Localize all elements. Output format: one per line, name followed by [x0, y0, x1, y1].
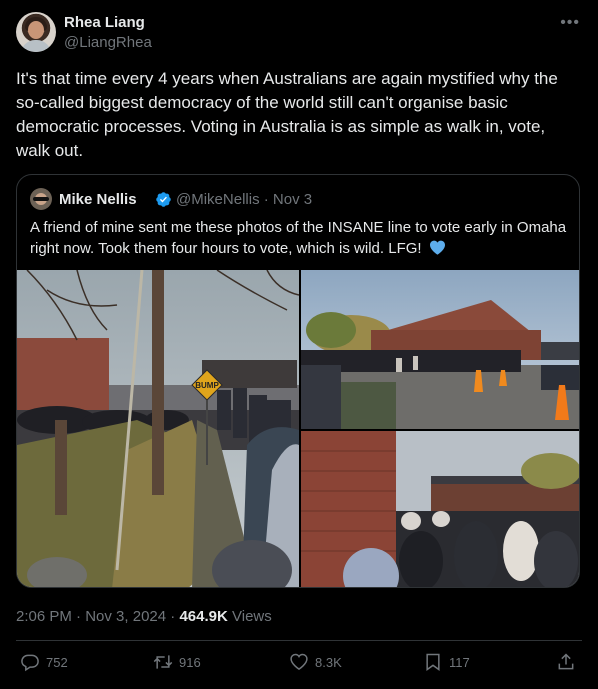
reply-count: 752 — [46, 654, 68, 670]
share-icon — [558, 653, 574, 670]
quoted-text: A friend of mine sent me these photos of… — [30, 217, 570, 259]
bookmark-button[interactable]: 117 — [423, 652, 470, 672]
separator: · — [76, 608, 82, 625]
separator: · — [170, 608, 176, 625]
quoted-tweet[interactable]: Mike Nellis @MikeNellis · Nov 3 A friend… — [16, 174, 580, 588]
quoted-author-avatar[interactable] — [30, 188, 52, 210]
media-photo-3[interactable] — [301, 431, 579, 587]
tweet-time[interactable]: 2:06 PM — [16, 608, 72, 625]
author-handle[interactable]: @LiangRhea — [64, 34, 152, 51]
like-count: 8.3K — [315, 654, 342, 670]
blue-heart-icon — [429, 240, 445, 255]
author-avatar[interactable] — [16, 12, 56, 52]
like-button[interactable]: 8.3K — [289, 652, 342, 672]
verified-badge-icon — [156, 192, 171, 207]
repost-count: 916 — [179, 654, 201, 670]
heart-icon — [290, 653, 308, 670]
quoted-author-handle[interactable]: @MikeNellis — [176, 191, 260, 208]
action-bar: 752 916 8.3K 117 — [0, 652, 598, 680]
media-photo-1[interactable]: BUMP — [17, 270, 299, 587]
quoted-date[interactable]: Nov 3 — [273, 191, 312, 208]
tweet-text: It's that time every 4 years when Austra… — [16, 69, 558, 160]
bookmark-count: 117 — [449, 654, 470, 670]
bump-sign-text: BUMP — [195, 381, 219, 390]
separator: · — [263, 191, 269, 208]
author-name[interactable]: Rhea Liang — [64, 14, 145, 31]
more-horizontal-icon[interactable]: ••• — [560, 14, 580, 32]
media-photo-2[interactable] — [301, 270, 579, 429]
tweet-date[interactable]: Nov 3, 2024 — [85, 608, 166, 625]
quoted-text-body: A friend of mine sent me these photos of… — [30, 219, 567, 257]
divider — [16, 640, 582, 641]
views-label: Views — [232, 608, 272, 625]
views-count: 464.9K — [179, 608, 228, 625]
repost-icon — [153, 655, 173, 669]
reply-button[interactable]: 752 — [20, 652, 68, 672]
reply-icon — [21, 654, 39, 672]
repost-button[interactable]: 916 — [153, 652, 201, 672]
share-button[interactable] — [556, 652, 582, 672]
tweet-meta: 2:06 PM · Nov 3, 2024 · 464.9K Views — [16, 608, 272, 625]
bookmark-icon — [426, 653, 440, 671]
quoted-author-name[interactable]: Mike Nellis — [59, 191, 137, 208]
